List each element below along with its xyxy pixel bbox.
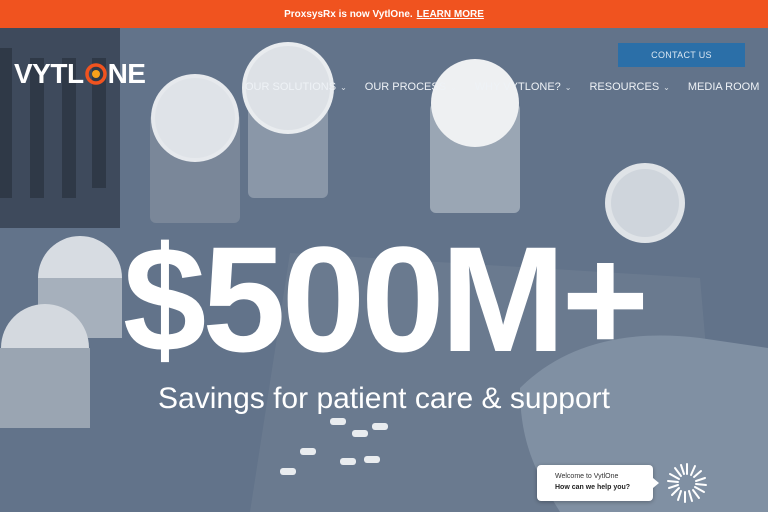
nav-label: OUR SOLUTIONS [245,81,337,93]
learn-more-link[interactable]: LEARN MORE [417,9,484,20]
chat-launcher-icon[interactable] [664,460,710,506]
announcement-bar: ProxsysRx is now VytlOne. LEARN MORE [0,0,768,28]
main-nav: OUR SOLUTIONS ⌄ OUR PROCESS ⌄ WHY VYTLON… [245,81,759,93]
nav-why-vytlone[interactable]: WHY VYTLONE? ⌄ [475,81,572,93]
hero-subheadline: Savings for patient care & support [158,382,610,415]
nav-media-room[interactable]: MEDIA ROOM [688,81,760,93]
chat-greeting-text: Welcome to VytlOne [555,473,619,480]
nav-label: WHY VYTLONE? [474,81,561,93]
logo-text-right: NE [107,58,146,89]
vytlone-logo[interactable]: VYTL NE [14,58,146,90]
nav-our-process[interactable]: OUR PROCESS ⌄ [365,81,457,93]
chat-prompt-text: How can we help you? [555,484,631,491]
nav-label: MEDIA ROOM [687,81,760,93]
chevron-down-icon: ⌄ [340,82,347,92]
hero-headline: $500M+ [122,215,649,383]
hero-section: VYTL NE CONTACT US OUR SOLUTIONS ⌄ OUR P… [0,28,768,512]
chevron-down-icon: ⌄ [450,82,457,92]
chat-greeting-bubble[interactable]: Welcome to VytlOne How can we help you? [537,465,659,501]
nav-label: RESOURCES [589,81,660,93]
nav-our-solutions[interactable]: OUR SOLUTIONS ⌄ [245,81,347,93]
announcement-text: ProxsysRx is now VytlOne. [284,8,413,20]
logo-o-icon [84,63,107,85]
logo-text-left: VYTL [14,58,84,89]
chevron-down-icon: ⌄ [663,82,670,92]
nav-resources[interactable]: RESOURCES ⌄ [589,81,669,93]
contact-us-button[interactable]: CONTACT US [618,43,745,67]
chevron-down-icon: ⌄ [564,82,572,92]
nav-label: OUR PROCESS [364,81,447,93]
